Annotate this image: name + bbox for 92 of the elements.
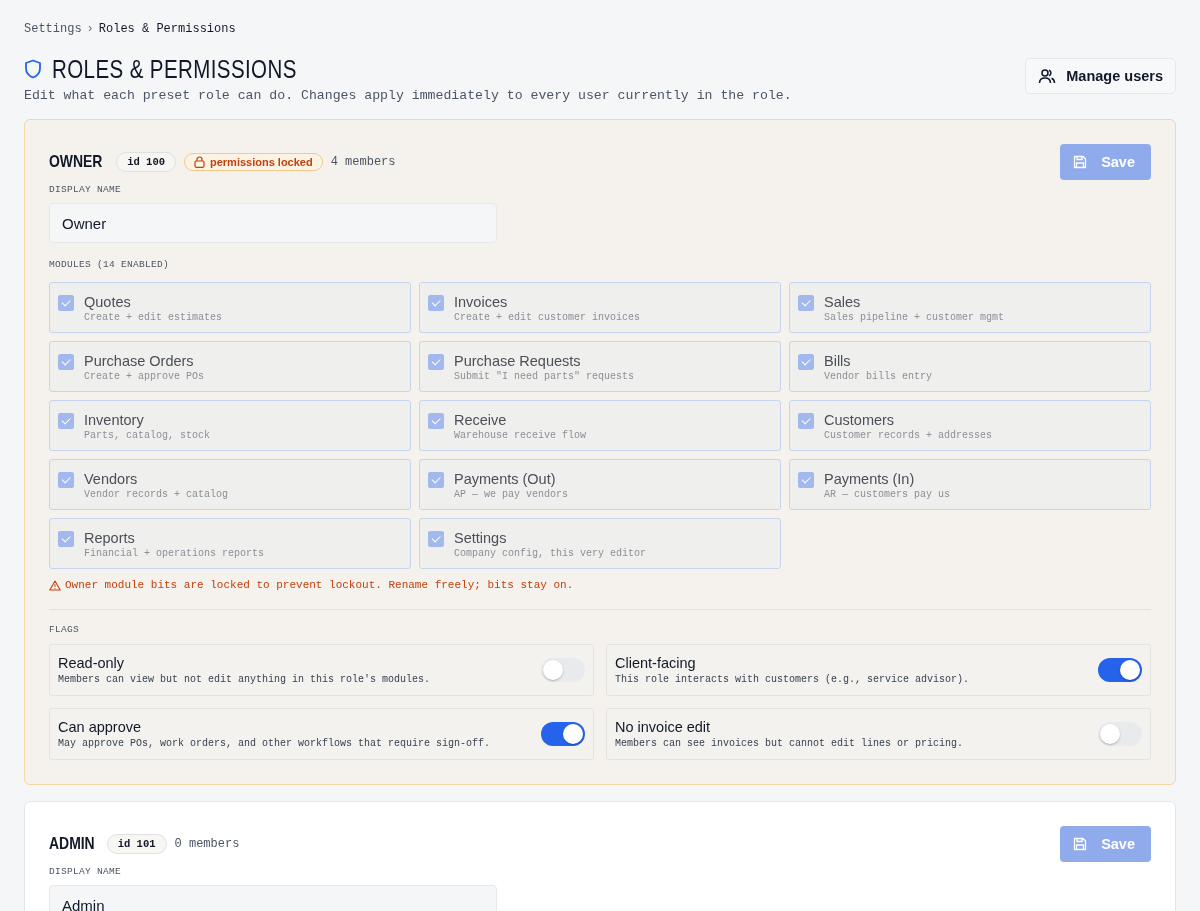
checkbox[interactable]: [428, 413, 444, 429]
module-description: AR — customers pay us: [824, 489, 951, 500]
flag-description: Members can see invoices but cannot edit lines or pricing.: [615, 738, 964, 749]
module-description: AP — we pay vendors: [454, 489, 569, 500]
flag-name: Can approve: [58, 719, 143, 735]
module-description: Create + edit estimates: [84, 312, 223, 323]
module-description: Sales pipeline + customer mgmt: [824, 312, 1005, 323]
display-name-field[interactable]: Owner: [49, 203, 497, 243]
module-name: Inventory: [84, 411, 145, 429]
module-option[interactable]: Payments (Out) AP — we pay vendors: [419, 459, 781, 510]
module-name: Customers: [824, 411, 896, 429]
module-name: Quotes: [84, 293, 132, 311]
checkbox[interactable]: [798, 354, 814, 370]
module-description: Create + approve POs: [84, 371, 205, 382]
module-name: Vendors: [84, 470, 139, 488]
module-option[interactable]: Vendors Vendor records + catalog: [49, 459, 411, 510]
module-description: Submit "I need parts" requests: [454, 371, 635, 382]
flag-description: This role interacts with customers (e.g., service advisor).: [615, 674, 970, 685]
display-name-field[interactable]: Admin: [49, 885, 497, 911]
module-name: Invoices: [454, 293, 509, 311]
module-description: Financial + operations reports: [84, 548, 265, 559]
module-name: Purchase Requests: [454, 352, 582, 370]
checkbox[interactable]: [798, 413, 814, 429]
module-description: Parts, catalog, stock: [84, 430, 211, 441]
field-label: DISPLAY NAME: [49, 866, 122, 877]
module-option[interactable]: Customers Customer records + addresses: [789, 400, 1151, 451]
flag-name: No invoice edit: [615, 719, 712, 735]
checkbox[interactable]: [798, 472, 814, 488]
page-subtitle: Edit what each preset role can do. Changes apply immediately to every user currently in the role.: [24, 88, 792, 103]
checkbox[interactable]: [798, 295, 814, 311]
section-label: MODULES (14 ENABLED): [49, 259, 171, 270]
checkbox[interactable]: [428, 295, 444, 311]
module-name: Sales: [824, 293, 862, 311]
checkbox[interactable]: [58, 354, 74, 370]
checkbox[interactable]: [58, 413, 74, 429]
checkbox[interactable]: [58, 295, 74, 311]
toggle-switch[interactable]: [1098, 658, 1142, 682]
module-option[interactable]: Receive Warehouse receive flow: [419, 400, 781, 451]
module-option[interactable]: Settings Company config, this very editor: [419, 518, 781, 569]
checkbox[interactable]: [428, 531, 444, 547]
breadcrumb-item[interactable]: Settings: [24, 22, 82, 36]
locked-badge-text: permissions locked: [210, 156, 313, 168]
module-option[interactable]: Purchase Orders Create + approve POs: [49, 341, 411, 392]
flag-description: May approve POs, work orders, and other workflows that require sign-off.: [58, 738, 491, 749]
module-name: Bills: [824, 352, 852, 370]
page-title: ROLES & PERMISSIONS: [52, 54, 297, 84]
breadcrumb-separator: ›: [86, 22, 94, 36]
flag-name: Client-facing: [615, 655, 697, 671]
module-option[interactable]: Bills Vendor bills entry: [789, 341, 1151, 392]
checkbox[interactable]: [58, 472, 74, 488]
member-count: 4 members: [330, 155, 396, 169]
field-label: DISPLAY NAME: [49, 184, 122, 195]
module-name: Payments (In): [824, 470, 916, 488]
module-option[interactable]: Invoices Create + edit customer invoices: [419, 282, 781, 333]
toggle-switch[interactable]: [1098, 722, 1142, 746]
module-option[interactable]: Reports Financial + operations reports: [49, 518, 411, 569]
section-label: FLAGS: [49, 624, 80, 635]
shield-icon: [24, 59, 42, 79]
toggle-switch[interactable]: [541, 658, 585, 682]
checkbox[interactable]: [58, 531, 74, 547]
module-option[interactable]: Inventory Parts, catalog, stock: [49, 400, 411, 451]
member-count: 0 members: [174, 837, 240, 851]
id-badge: id 101: [106, 834, 167, 854]
module-name: Reports: [84, 529, 136, 547]
module-description: Company config, this very editor: [454, 548, 647, 559]
warning-text: Owner module bits are locked to prevent lockout. Rename freely; bits stay on.: [65, 579, 574, 591]
module-description: Customer records + addresses: [824, 430, 993, 441]
checkbox[interactable]: [428, 354, 444, 370]
warning-icon: [49, 579, 61, 591]
module-name: Receive: [454, 411, 508, 429]
module-option[interactable]: Purchase Requests Submit "I need parts" requests: [419, 341, 781, 392]
flag-description: Members can view but not edit anything in this role's modules.: [58, 674, 431, 685]
module-option[interactable]: Sales Sales pipeline + customer mgmt: [789, 282, 1151, 333]
toggle-switch[interactable]: [541, 722, 585, 746]
module-name: Settings: [454, 529, 508, 547]
role-name: ADMIN: [49, 834, 95, 854]
module-description: Vendor records + catalog: [84, 489, 229, 500]
lock-icon: [194, 156, 205, 168]
role-name: OWNER: [49, 152, 103, 172]
breadcrumb-item: Roles & Permissions: [98, 22, 236, 36]
module-description: Warehouse receive flow: [454, 430, 587, 441]
manage-users-button[interactable]: Manage users: [1025, 58, 1176, 94]
id-badge: id 100: [116, 152, 176, 172]
module-description: Vendor bills entry: [824, 371, 933, 382]
flag-name: Read-only: [58, 655, 126, 671]
module-description: Create + edit customer invoices: [454, 312, 641, 323]
module-name: Purchase Orders: [84, 352, 195, 370]
checkbox[interactable]: [428, 472, 444, 488]
module-option[interactable]: Payments (In) AR — customers pay us: [789, 459, 1151, 510]
module-option[interactable]: Quotes Create + edit estimates: [49, 282, 411, 333]
module-name: Payments (Out): [454, 470, 557, 488]
users-icon: [1038, 67, 1057, 85]
